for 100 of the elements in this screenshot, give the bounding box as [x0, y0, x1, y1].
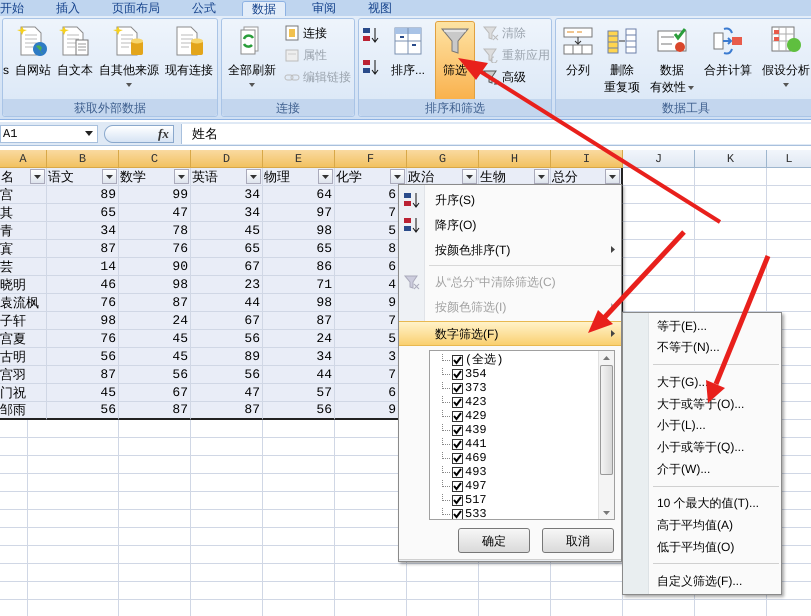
checkbox-label[interactable]: 441 [465, 438, 487, 450]
checkbox[interactable] [452, 494, 463, 506]
checkbox-label[interactable]: 354 [465, 368, 487, 380]
caret-icon [394, 174, 401, 178]
checkbox[interactable] [452, 480, 463, 492]
column-header[interactable]: C [119, 150, 191, 168]
checkbox-label[interactable]: (全选) [465, 354, 504, 366]
filter-dropdown-button[interactable] [462, 169, 477, 184]
table-cell-text: 46 [100, 276, 116, 294]
ribbon-button[interactable]: 排序... [387, 21, 430, 99]
formula-field[interactable]: 姓名 [192, 124, 218, 144]
checkbox[interactable] [452, 438, 463, 450]
checkbox[interactable] [452, 452, 463, 464]
table-cell-text: 67 [244, 312, 260, 330]
filter-dropdown-button[interactable] [30, 169, 45, 184]
insert-function-button[interactable]: fx [158, 124, 169, 144]
ribbon-button[interactable]: s [1, 21, 11, 99]
column-header[interactable]: F [335, 150, 407, 168]
checkbox[interactable] [452, 424, 463, 436]
checkbox-label[interactable]: 469 [465, 452, 487, 464]
column-header[interactable]: E [263, 150, 335, 168]
column-header[interactable]: J [623, 150, 695, 168]
ribbon-tab[interactable]: 审阅 [306, 1, 342, 16]
sort-ascending-icon [403, 190, 421, 208]
column-header[interactable]: B [47, 150, 119, 168]
column-header[interactable]: G [407, 150, 479, 168]
checkbox[interactable] [452, 410, 463, 422]
menu-item[interactable]: 小于(L)... [623, 414, 781, 436]
table-cell-text: 76 [100, 294, 116, 312]
column-header[interactable]: I [551, 150, 623, 168]
ribbon-button[interactable]: 筛选 [435, 21, 476, 99]
checkbox-label[interactable]: 439 [465, 424, 487, 436]
header-cell-text: 数学 [119, 168, 146, 186]
ribbon-button[interactable]: 分列 [558, 21, 598, 99]
ribbon-tab[interactable]: 页面布局 [106, 1, 166, 16]
column-header[interactable]: K [695, 150, 767, 168]
menu-item[interactable]: 低于平均值(O) [623, 536, 781, 558]
checkbox-label[interactable]: 517 [465, 494, 487, 506]
menu-item[interactable]: 大于(G)... [623, 371, 781, 393]
filter-dropdown-button[interactable] [318, 169, 333, 184]
checkbox[interactable] [452, 382, 463, 394]
ribbon-tab[interactable]: 插入 [50, 1, 86, 16]
checkbox[interactable] [452, 368, 463, 380]
menu-item[interactable]: 高于平均值(A) [623, 514, 781, 536]
column-header[interactable]: A [0, 150, 47, 168]
scrollbar-thumb[interactable] [600, 365, 613, 475]
checkbox[interactable] [452, 466, 463, 478]
ribbon-button[interactable]: 合并计算 [700, 21, 756, 99]
filter-dropdown-button[interactable] [390, 169, 405, 184]
checkbox-label[interactable]: 429 [465, 410, 487, 422]
menu-item[interactable]: 降序(O) [399, 212, 621, 237]
table-cell-text: 6 [388, 186, 396, 204]
sort-button[interactable] [361, 25, 381, 45]
clear-filter-icon [404, 274, 420, 290]
filter-dropdown-button[interactable] [174, 169, 189, 184]
sort-button[interactable] [361, 57, 381, 77]
ribbon-button[interactable]: 删除 重复项 [600, 21, 644, 99]
table-cell-text: 56 [100, 348, 116, 366]
menu-item[interactable]: 10 个最大的值(T)... [623, 492, 781, 514]
checkbox-label[interactable]: 423 [465, 396, 487, 408]
filter-dropdown-button[interactable] [102, 169, 117, 184]
checkbox[interactable] [452, 354, 463, 366]
ribbon-tab[interactable]: 数据 [242, 1, 286, 16]
menu-item[interactable]: 自定义筛选(F)... [623, 570, 781, 592]
menu-item[interactable]: 数字筛选(F) [399, 321, 621, 346]
checkbox[interactable] [452, 508, 463, 519]
menu-item[interactable]: 等于(E)... [623, 315, 781, 337]
table-cell-text: 44 [244, 294, 260, 312]
split-columns-icon [562, 25, 594, 57]
name-box[interactable]: A1 [0, 124, 98, 142]
dialog-button[interactable]: 确定 [458, 528, 530, 553]
checkbox-label[interactable]: 373 [465, 382, 487, 394]
filter-dropdown-button[interactable] [534, 169, 549, 184]
table-cell-text: 45 [172, 348, 188, 366]
group-label: 数据工具 [556, 99, 811, 116]
table-cell-text: 71 [316, 276, 332, 294]
table-cell-text: 87 [100, 240, 116, 258]
ribbon-tab[interactable]: 开始 [0, 1, 30, 16]
menu-item[interactable]: 介于(W)... [623, 458, 781, 480]
ribbon-button[interactable]: 连接 [282, 23, 353, 43]
ribbon-tab[interactable]: 公式 [186, 1, 222, 16]
table-cell-text: 宫羽 [0, 366, 26, 384]
column-header[interactable]: L [767, 150, 811, 168]
ribbon-tab[interactable]: 视图 [362, 1, 398, 16]
scrollbar[interactable] [598, 351, 614, 519]
menu-item[interactable]: 小于或等于(Q)... [623, 436, 781, 458]
menu-item[interactable]: 不等于(N)... [623, 336, 781, 358]
checkbox[interactable] [452, 396, 463, 408]
filter-dropdown-button[interactable] [605, 169, 620, 184]
filter-dropdown-button[interactable] [246, 169, 261, 184]
menu-item[interactable]: 升序(S) [399, 187, 621, 212]
dialog-button[interactable]: 取消 [542, 528, 614, 553]
column-header[interactable]: H [479, 150, 551, 168]
checkbox-label[interactable]: 497 [465, 480, 487, 492]
column-header[interactable]: D [191, 150, 263, 168]
table-cell-text: 64 [316, 186, 332, 204]
checkbox-label[interactable]: 493 [465, 466, 487, 478]
menu-item[interactable]: 按颜色排序(T) [399, 237, 621, 262]
checkbox-label[interactable]: 533 [465, 508, 487, 519]
caret-icon [783, 83, 789, 87]
